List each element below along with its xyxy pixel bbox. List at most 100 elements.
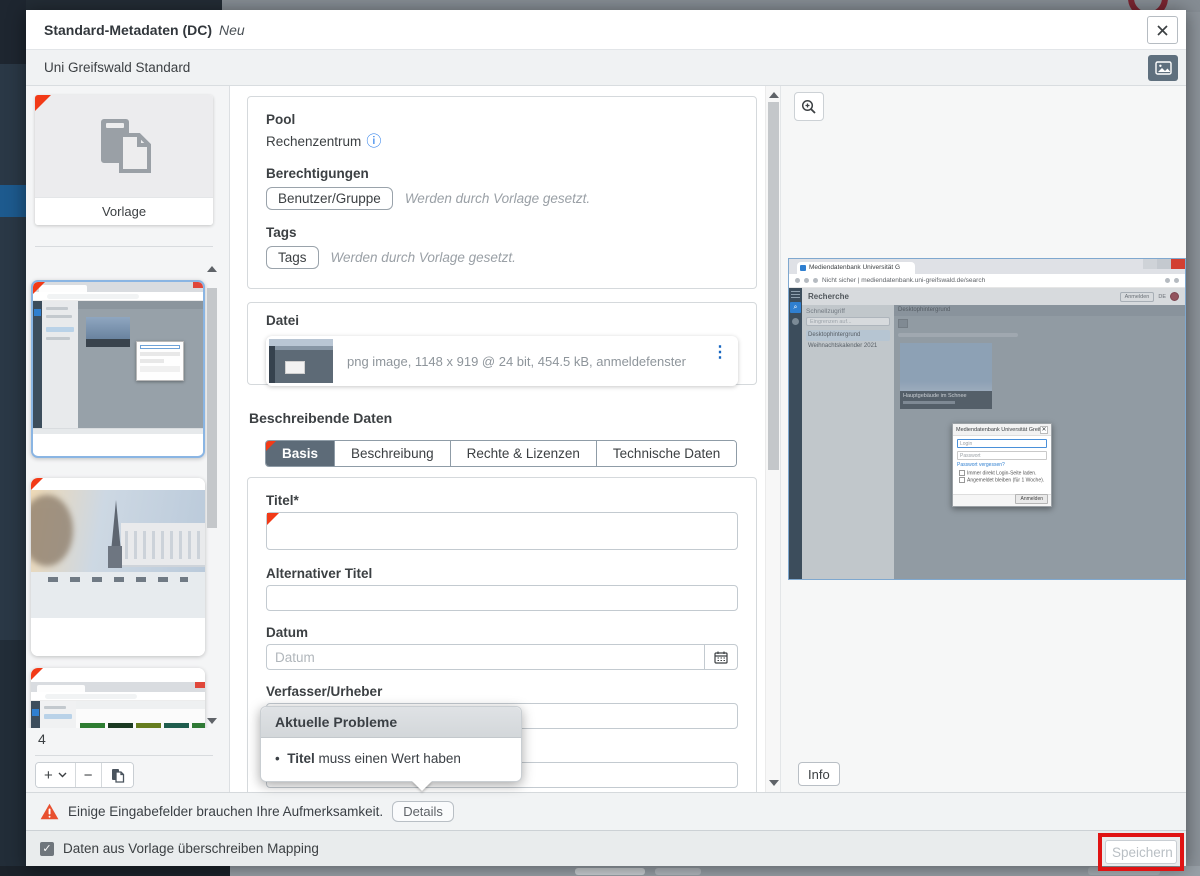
zoom-button[interactable] <box>794 92 824 121</box>
tooltip-header: Aktuelle Probleme <box>261 707 521 738</box>
duplicate-object-button[interactable] <box>102 763 133 787</box>
file-menu-button[interactable]: ⋮ <box>712 342 728 362</box>
decor-close <box>193 282 203 288</box>
decor-content <box>78 301 203 428</box>
thumbnail-item-3[interactable] <box>31 668 205 728</box>
pool-permissions-card: Pool Rechenzentrumⓘ Berechtigungen Benut… <box>247 96 757 289</box>
tab-beschreibung[interactable]: Beschreibung <box>335 441 451 466</box>
add-object-button[interactable]: + <box>36 763 76 787</box>
thumbnail-item-2[interactable] <box>31 478 205 656</box>
tab-basis[interactable]: Basis <box>266 441 335 466</box>
object-count: 4 <box>38 731 46 747</box>
decor-addressbar <box>31 692 205 701</box>
datum-input[interactable] <box>266 644 704 670</box>
decor-cars <box>48 577 187 582</box>
decor-bar <box>46 337 70 340</box>
mask-subheader: Uni Greifswald Standard <box>26 50 1186 86</box>
overwrite-mapping-label: Daten aus Vorlage überschreiben Mapping <box>63 841 319 856</box>
thumbnail-screenshot <box>31 682 205 728</box>
calendar-button[interactable] <box>704 644 738 670</box>
decor-rail <box>33 301 42 428</box>
close-icon <box>1156 24 1169 37</box>
scroll-track[interactable] <box>207 284 217 706</box>
unsaved-flag-icon <box>35 95 51 111</box>
warning-bar: Einige Eingabefelder brauchen Ihre Aufme… <box>26 792 1186 830</box>
file-label: Datei <box>266 313 738 328</box>
tags-button[interactable]: Tags <box>266 246 319 269</box>
plus-icon: + <box>44 767 53 784</box>
info-button[interactable]: Info <box>798 762 840 786</box>
backdrop-left-rail-top <box>0 0 26 64</box>
template-label: Vorlage <box>35 197 213 225</box>
tab-label: Beschreibung <box>351 446 434 461</box>
scroll-thumb[interactable] <box>207 288 217 528</box>
tooltip-field-name: Titel <box>287 751 315 766</box>
unsaved-flag-icon <box>33 282 45 294</box>
tab-label: Rechte & Lizenzen <box>467 446 580 461</box>
scroll-up-icon[interactable] <box>769 92 779 98</box>
tooltip-body: • Titel muss einen Wert haben <box>261 738 521 781</box>
dialog-title: Standard-Metadaten (DC) <box>44 22 212 38</box>
preview-browser-tab: Mediendatenbank Universität G <box>797 262 915 274</box>
decor-bar <box>44 714 72 719</box>
backdrop-left-rail-active-item <box>0 185 26 217</box>
tab-technische-daten[interactable]: Technische Daten <box>597 441 736 466</box>
maximize-icon <box>1157 259 1171 269</box>
template-card[interactable]: Vorlage <box>35 95 213 225</box>
decor-green-thumb <box>108 723 133 728</box>
remove-object-button[interactable]: − <box>76 763 102 787</box>
scroll-up-icon[interactable] <box>207 266 217 272</box>
pool-label: Pool <box>266 112 738 127</box>
info-icon[interactable]: ⓘ <box>366 133 381 150</box>
save-button[interactable]: Speichern <box>1105 840 1177 864</box>
alt-titel-input[interactable] <box>266 585 738 611</box>
image-view-button[interactable] <box>1148 55 1178 81</box>
dialog-footer: ✓ Daten aus Vorlage überschreiben Mappin… <box>26 830 1186 866</box>
decor-url <box>47 294 139 299</box>
decor-green-thumb <box>192 723 205 728</box>
preview-panel: Mediendatenbank Universität G Nicht sich… <box>780 86 1186 792</box>
close-window-icon <box>1171 259 1185 269</box>
scroll-down-icon[interactable] <box>207 718 217 724</box>
login-checkbox-1: Immer direkt Login-Seite laden. <box>959 470 1047 476</box>
alt-titel-label: Alternativer Titel <box>266 566 738 581</box>
details-button[interactable]: Details <box>392 801 454 822</box>
template-icon-area <box>35 95 213 197</box>
login-input: Login <box>957 439 1047 448</box>
close-button[interactable] <box>1147 16 1178 44</box>
login-dialog: Mediendatenbank Universität Greifswald ✕… <box>952 423 1052 507</box>
thumbnail-item-1[interactable] <box>31 280 205 458</box>
user-group-button[interactable]: Benutzer/Gruppe <box>266 187 393 210</box>
save-highlight-annotation: Speichern <box>1098 833 1184 871</box>
descriptive-tabs: Basis Beschreibung Rechte & Lizenzen Tec… <box>265 440 737 467</box>
thumbnail-scrollbar[interactable] <box>207 266 218 724</box>
preview-screenshot[interactable]: Mediendatenbank Universität G Nicht sich… <box>788 258 1186 580</box>
backdrop-dimmed-button <box>575 868 645 875</box>
login-close-icon: ✕ <box>1040 426 1048 434</box>
decor-thumbnail-row <box>80 723 205 728</box>
file-info-text: png image, 1148 x 919 @ 24 bit, 454.5 kB… <box>347 354 728 369</box>
image-icon <box>1155 61 1172 75</box>
profile-icon <box>1174 278 1179 283</box>
unsaved-flag-icon <box>267 513 279 525</box>
decor-bar <box>269 339 333 346</box>
form-scrollbar[interactable] <box>765 86 780 792</box>
minimize-icon <box>1143 259 1157 269</box>
thumbnail-screenshot <box>33 282 203 434</box>
decor-rail-item <box>32 709 39 716</box>
decor-content <box>76 701 205 728</box>
decor-tab <box>37 685 85 692</box>
backdrop-bottom-gray <box>230 866 1200 876</box>
thumbnail-photo <box>31 490 205 618</box>
template-copy-icon <box>91 115 157 177</box>
tooltip-arrow <box>412 781 432 791</box>
scroll-down-icon[interactable] <box>769 780 779 786</box>
decor-browser-chrome <box>33 282 203 292</box>
overwrite-mapping-checkbox[interactable]: ✓ <box>40 842 54 856</box>
tab-rechte-lizenzen[interactable]: Rechte & Lizenzen <box>451 441 597 466</box>
decor-bar <box>269 346 333 350</box>
titel-input[interactable] <box>266 512 738 550</box>
pool-value: Rechenzentrum <box>266 134 361 149</box>
scroll-thumb[interactable] <box>768 102 779 470</box>
decor-bar <box>46 307 68 310</box>
